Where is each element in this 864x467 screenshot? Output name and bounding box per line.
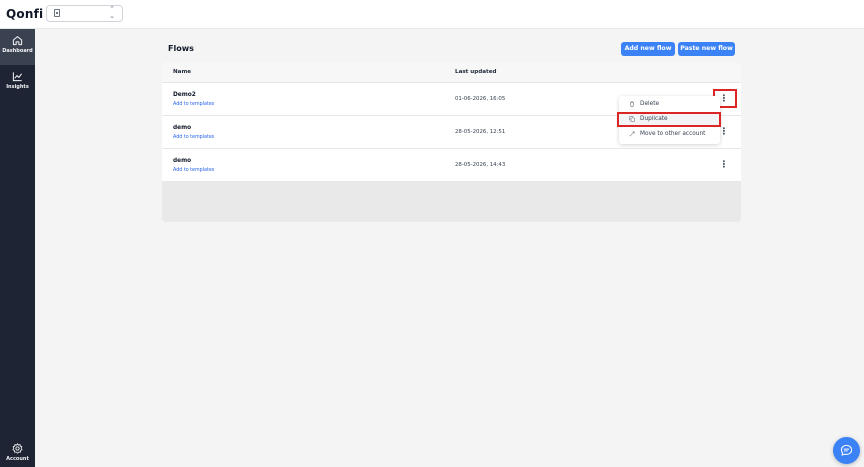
last-updated: 28-05-2026, 12:51 [455, 129, 506, 135]
top-bar: Qonfi ⌃ ⌄ [0, 0, 864, 29]
page-title: Flows [168, 44, 194, 53]
table-row[interactable]: demo Add to templates 28-05-2026, 14:43 … [162, 149, 741, 182]
sidebar-item-account[interactable]: Account [0, 437, 35, 467]
add-new-flow-button[interactable]: Add new flow [621, 42, 675, 56]
flow-name[interactable]: demo [173, 158, 191, 164]
gear-icon [12, 443, 23, 454]
chat-icon [840, 444, 853, 456]
sidebar-item-label: Account [6, 456, 29, 462]
more-options-icon[interactable]: ⋮ [717, 157, 731, 173]
account-select[interactable]: ⌃ ⌄ [46, 5, 123, 22]
table-header: Name Last updated [162, 62, 741, 83]
app-logo: Qonfi [6, 7, 44, 21]
menu-item-label: Move to other account [640, 131, 706, 137]
column-header-last-updated: Last updated [455, 69, 497, 75]
sidebar-item-label: Insights [6, 84, 29, 90]
flow-name[interactable]: Demo2 [173, 92, 196, 98]
building-icon [54, 9, 60, 17]
chart-line-icon [12, 72, 23, 82]
menu-item-delete[interactable]: Delete [619, 98, 720, 110]
add-to-templates-link[interactable]: Add to templates [173, 135, 214, 140]
sidebar-item-label: Dashboard [2, 48, 33, 54]
sidebar-item-insights[interactable]: Insights [0, 65, 35, 101]
home-icon [12, 36, 23, 46]
last-updated: 28-05-2026, 14:43 [455, 162, 506, 168]
highlight-box [617, 112, 721, 127]
add-to-templates-link[interactable]: Add to templates [173, 102, 214, 107]
menu-item-move[interactable]: Move to other account [619, 128, 720, 140]
last-updated: 01-06-2026, 16:05 [455, 96, 506, 102]
move-icon [629, 131, 635, 137]
sidebar-item-dashboard[interactable]: Dashboard [0, 29, 35, 65]
sidebar: Dashboard Insights Account [0, 29, 35, 467]
trash-icon [630, 101, 634, 107]
add-to-templates-link[interactable]: Add to templates [173, 168, 214, 173]
paste-new-flow-button[interactable]: Paste new flow [678, 42, 735, 56]
menu-item-label: Delete [640, 101, 660, 107]
chat-button[interactable] [833, 437, 860, 464]
chevron-updown-icon: ⌃ ⌄ [109, 5, 115, 20]
column-header-name: Name [173, 69, 192, 75]
flow-name[interactable]: demo [173, 125, 191, 131]
